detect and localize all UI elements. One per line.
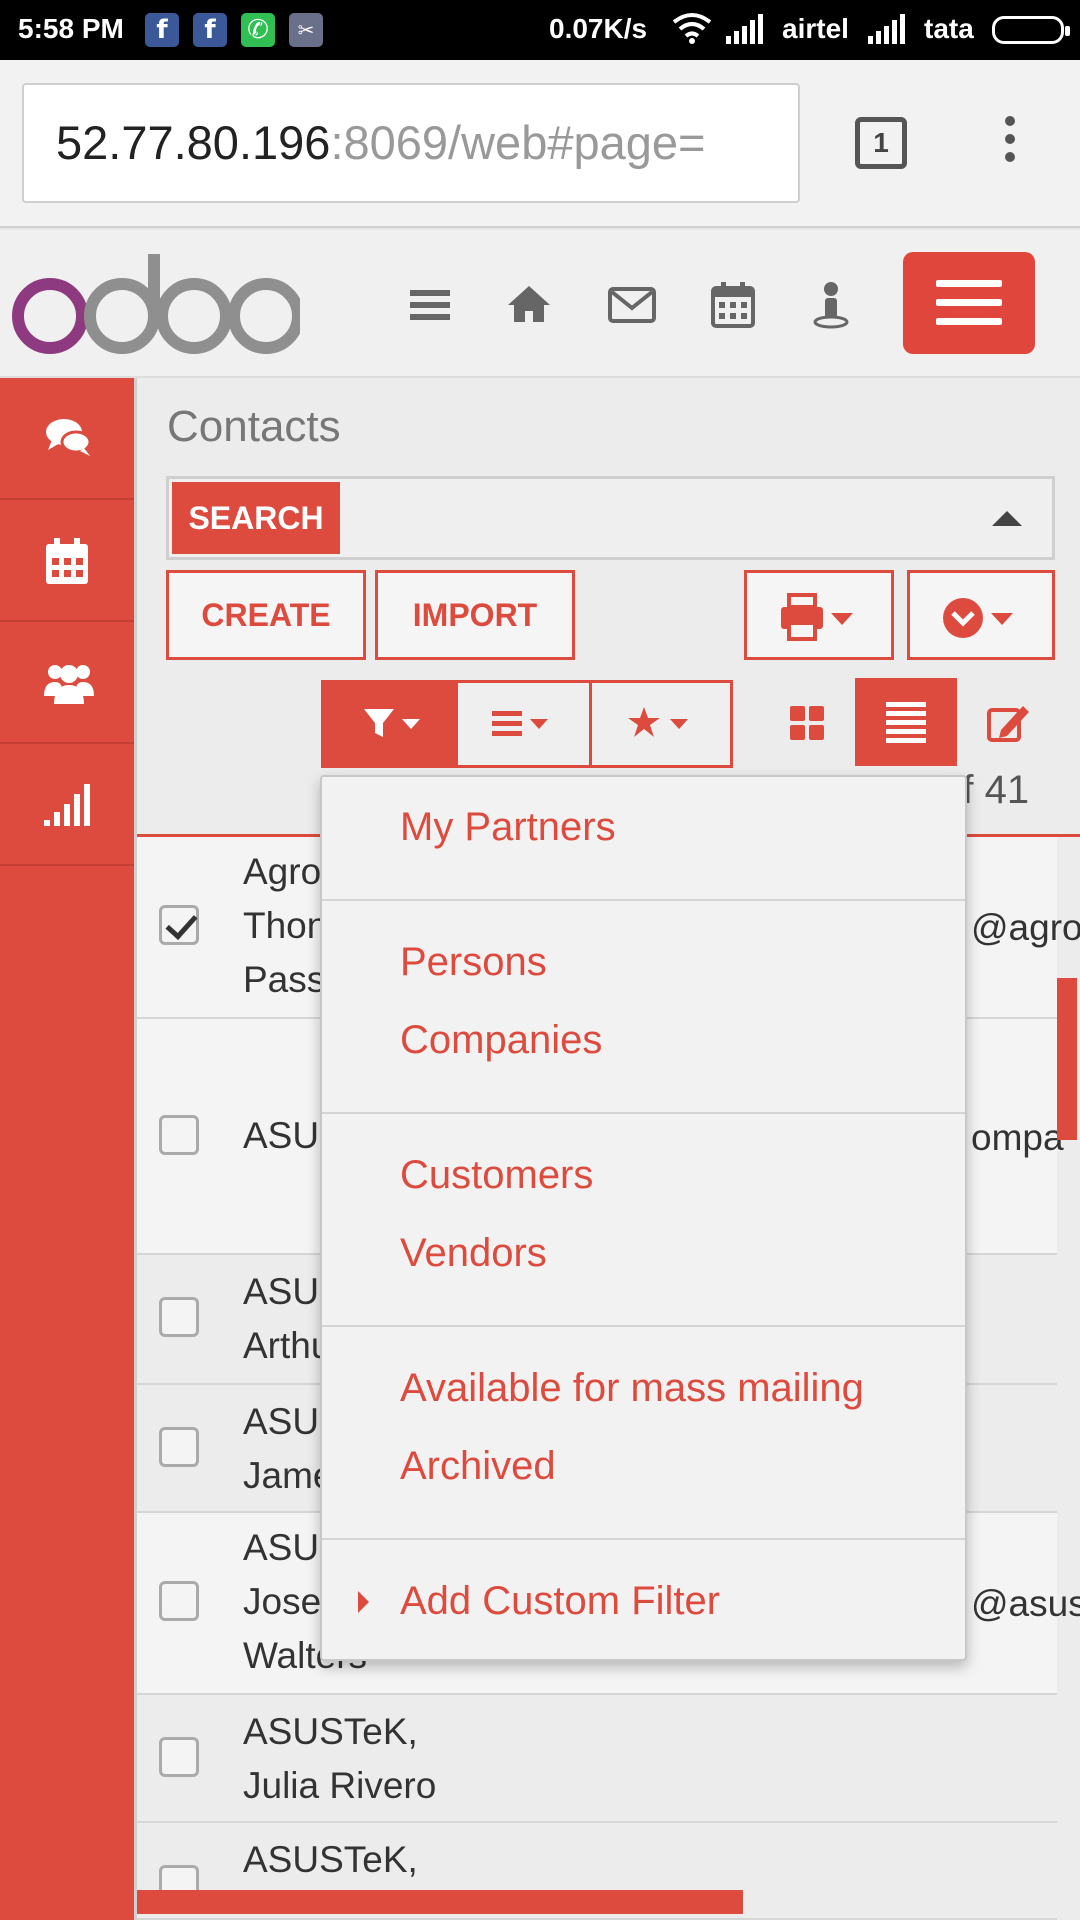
url-host: 52.77.80.196 <box>56 116 331 169</box>
odoo-logo[interactable] <box>10 244 300 354</box>
grid-icon <box>790 706 824 740</box>
divider <box>322 899 965 901</box>
browser-toolbar: 52.77.80.196:8069/web#page= 1 <box>0 60 1080 228</box>
list-view-icon <box>886 702 926 743</box>
facebook-icon: f <box>145 13 179 47</box>
chat-icon <box>46 419 92 456</box>
signal-bars-icon <box>44 784 90 826</box>
row-name: ASUSTeK, <box>243 1839 418 1880</box>
printer-icon <box>781 592 853 641</box>
caret-up-icon[interactable] <box>992 511 1022 526</box>
mail-icon[interactable] <box>607 280 657 330</box>
divider <box>322 1112 965 1114</box>
search-label: SEARCH <box>172 482 340 554</box>
url-bar[interactable]: 52.77.80.196:8069/web#page= <box>22 83 800 203</box>
url-path: :8069/web#page= <box>330 116 706 169</box>
horizontal-scrollbar[interactable] <box>137 1890 743 1914</box>
list-view-button[interactable] <box>855 678 957 766</box>
group-by-button[interactable] <box>455 680 592 768</box>
chevron-circle-down-icon <box>943 597 1013 638</box>
row-email: @asus <box>971 1583 1080 1624</box>
row-email: ompa <box>971 1117 1064 1158</box>
row-checkbox[interactable] <box>159 905 199 945</box>
list-icon <box>492 711 548 736</box>
calendar-icon <box>46 538 88 584</box>
page-title: Contacts <box>167 402 341 451</box>
battery-icon <box>992 16 1070 44</box>
search-input[interactable]: SEARCH <box>166 476 1055 560</box>
main-menu-button[interactable] <box>903 252 1035 354</box>
network-speed: 0.07K/s <box>549 13 648 44</box>
filters-dropdown: My Partners Persons Companies Customers … <box>320 775 967 1661</box>
facebook-icon: f <box>193 13 227 47</box>
filter-my-partners[interactable]: My Partners <box>400 805 616 850</box>
app-sidebar <box>0 378 134 1920</box>
caret-right-icon <box>358 1591 369 1613</box>
row-checkbox[interactable] <box>159 1115 199 1155</box>
signal-icon <box>868 14 905 44</box>
vertical-scrollbar[interactable] <box>1057 978 1077 1140</box>
row-checkbox[interactable] <box>159 1297 199 1337</box>
users-icon <box>44 665 94 704</box>
action-button[interactable] <box>907 570 1055 660</box>
row-checkbox[interactable] <box>159 1427 199 1467</box>
sidebar-item-reports[interactable] <box>0 744 134 866</box>
menu-icon[interactable] <box>405 280 455 330</box>
sidebar-item-contacts[interactable] <box>0 622 134 744</box>
signal-icon <box>726 14 763 44</box>
edit-icon <box>987 706 1029 742</box>
divider <box>322 1538 965 1540</box>
filter-vendors[interactable]: Vendors <box>400 1231 547 1276</box>
row-checkbox[interactable] <box>159 1737 199 1777</box>
app-header <box>0 230 1080 378</box>
filters-button[interactable] <box>321 680 458 768</box>
home-icon[interactable] <box>504 280 554 330</box>
overflow-menu-icon[interactable] <box>1000 116 1020 170</box>
filter-archived[interactable]: Archived <box>400 1444 556 1489</box>
filter-icon <box>364 709 420 737</box>
calendar-icon[interactable] <box>708 280 758 330</box>
status-bar: 5:58 PM f f ✆ ✂ 0.07K/s airtel tata <box>0 0 1080 60</box>
wifi-icon <box>672 13 712 44</box>
whatsapp-icon: ✆ <box>241 13 275 47</box>
star-icon <box>628 707 688 737</box>
carrier-1: airtel <box>782 13 849 44</box>
filter-mass-mailing[interactable]: Available for mass mailing <box>400 1366 864 1411</box>
print-button[interactable] <box>744 570 894 660</box>
table-row[interactable]: ASUSTeK, Julia Rivero <box>137 1695 1057 1823</box>
row-name: Agro Thon Pass <box>243 851 328 1000</box>
filter-companies[interactable]: Companies <box>400 1018 602 1063</box>
carrier-2: tata <box>924 13 974 44</box>
user-icon[interactable] <box>806 280 856 330</box>
create-button[interactable]: CREATE <box>166 570 366 660</box>
app-icon: ✂ <box>289 13 323 47</box>
filter-persons[interactable]: Persons <box>400 940 547 985</box>
favorites-button[interactable] <box>589 680 733 768</box>
sidebar-item-calendar[interactable] <box>0 500 134 622</box>
row-checkbox[interactable] <box>159 1581 199 1621</box>
row-email: @agro <box>971 907 1080 948</box>
filter-customers[interactable]: Customers <box>400 1153 593 1198</box>
import-button[interactable]: IMPORT <box>375 570 575 660</box>
tab-switcher-button[interactable]: 1 <box>855 117 907 169</box>
row-name: ASUSTeK, Julia Rivero <box>243 1711 437 1806</box>
divider <box>322 1325 965 1327</box>
sidebar-item-discuss[interactable] <box>0 378 134 500</box>
kanban-view-button[interactable] <box>755 680 855 768</box>
add-custom-filter-link[interactable]: Add Custom Filter <box>400 1579 720 1624</box>
form-view-button[interactable] <box>957 680 1057 768</box>
clock: 5:58 PM <box>18 13 124 44</box>
